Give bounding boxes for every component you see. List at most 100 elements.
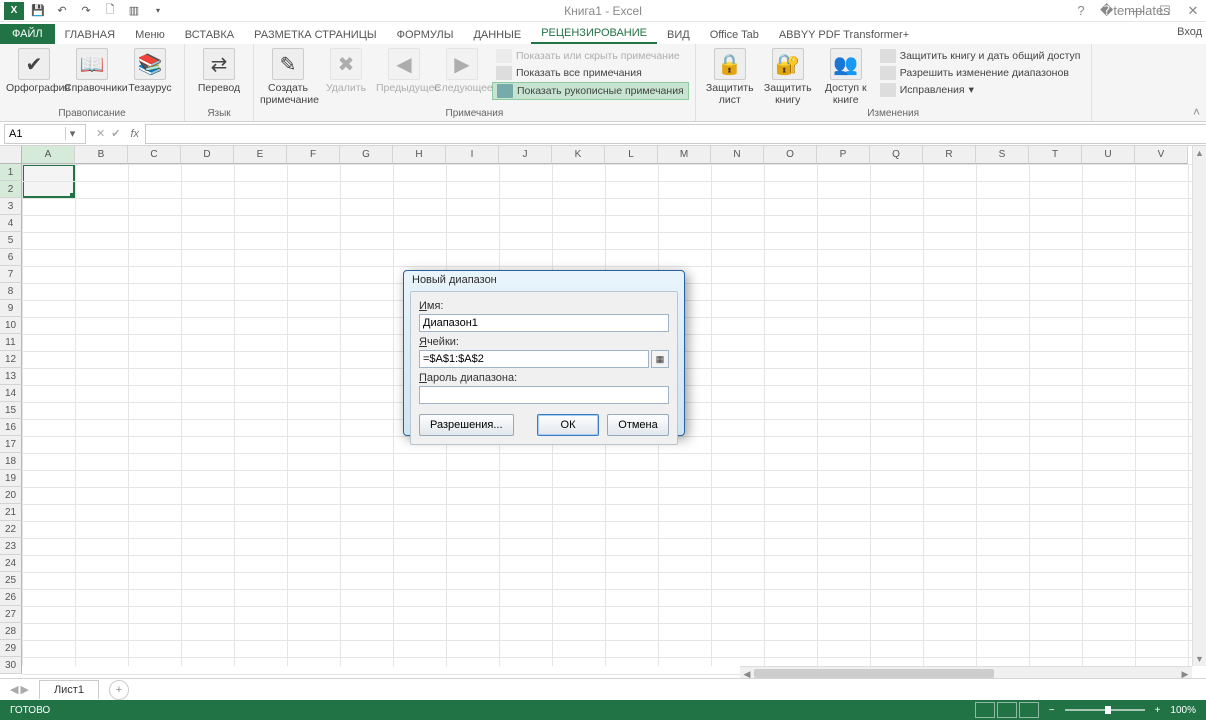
qat-dropdown-icon[interactable]: ▾ — [148, 2, 168, 20]
row-header-16[interactable]: 16 — [0, 419, 22, 436]
tab-file[interactable]: ФАЙЛ — [0, 24, 55, 44]
row-header-11[interactable]: 11 — [0, 334, 22, 351]
allow-edit-ranges-button[interactable]: Разрешить изменение диапазонов — [876, 65, 1085, 81]
col-header-Q[interactable]: Q — [870, 146, 923, 164]
row-header-29[interactable]: 29 — [0, 640, 22, 657]
row-header-28[interactable]: 28 — [0, 623, 22, 640]
row-header-15[interactable]: 15 — [0, 402, 22, 419]
col-header-G[interactable]: G — [340, 146, 393, 164]
scroll-up-icon[interactable]: ▲ — [1193, 146, 1206, 160]
row-header-3[interactable]: 3 — [0, 198, 22, 215]
col-header-U[interactable]: U — [1082, 146, 1135, 164]
show-hide-comment-button[interactable]: Показать или скрыть примечание — [492, 48, 689, 64]
row-header-7[interactable]: 7 — [0, 266, 22, 283]
protect-workbook-button[interactable]: 🔐Защитить книгу — [760, 46, 816, 106]
cancel-formula-icon[interactable]: ✕ — [96, 127, 105, 140]
name-box[interactable]: ▾ — [4, 124, 86, 144]
spelling-button[interactable]: ✔Орфография — [6, 46, 62, 94]
name-box-dropdown-icon[interactable]: ▾ — [65, 127, 79, 140]
row-header-25[interactable]: 25 — [0, 572, 22, 589]
normal-view-button[interactable] — [975, 702, 995, 718]
col-header-B[interactable]: B — [75, 146, 128, 164]
col-header-F[interactable]: F — [287, 146, 340, 164]
row-header-22[interactable]: 22 — [0, 521, 22, 538]
row-header-13[interactable]: 13 — [0, 368, 22, 385]
maximize-icon[interactable]: ☐ — [1156, 3, 1174, 19]
tab-abbyy[interactable]: ABBYY PDF Transformer+ — [769, 26, 919, 44]
minimize-icon[interactable]: — — [1128, 3, 1146, 19]
open-icon[interactable]: ▥ — [124, 2, 144, 20]
row-header-23[interactable]: 23 — [0, 538, 22, 555]
zoom-level[interactable]: 100% — [1170, 705, 1196, 716]
research-button[interactable]: 📖Справочники — [64, 46, 120, 94]
sheet-tab[interactable]: Лист1 — [39, 680, 99, 699]
col-header-J[interactable]: J — [499, 146, 552, 164]
tab-data[interactable]: ДАННЫЕ — [463, 26, 531, 44]
name-box-input[interactable] — [5, 128, 65, 140]
row-header-17[interactable]: 17 — [0, 436, 22, 453]
row-header-10[interactable]: 10 — [0, 317, 22, 334]
collapse-ribbon-icon[interactable]: ˄ — [1193, 105, 1200, 119]
close-icon[interactable]: ✕ — [1184, 3, 1202, 19]
scroll-down-icon[interactable]: ▼ — [1193, 652, 1206, 666]
tab-menu[interactable]: Меню — [125, 26, 175, 44]
col-header-I[interactable]: I — [446, 146, 499, 164]
tab-insert[interactable]: ВСТАВКА — [175, 26, 244, 44]
sheet-nav-prev-icon[interactable]: ◀ — [10, 683, 18, 696]
row-header-19[interactable]: 19 — [0, 470, 22, 487]
col-header-A[interactable]: A — [22, 146, 75, 164]
tab-review[interactable]: РЕЦЕНЗИРОВАНИЕ — [531, 24, 657, 44]
col-header-M[interactable]: M — [658, 146, 711, 164]
protect-sheet-button[interactable]: 🔒Защитить лист — [702, 46, 758, 106]
row-header-27[interactable]: 27 — [0, 606, 22, 623]
col-header-T[interactable]: T — [1029, 146, 1082, 164]
vertical-scrollbar[interactable]: ▲ ▼ — [1192, 146, 1206, 666]
range-cells-input[interactable] — [419, 350, 649, 368]
zoom-out-button[interactable]: − — [1049, 705, 1055, 716]
row-header-24[interactable]: 24 — [0, 555, 22, 572]
zoom-in-button[interactable]: + — [1155, 705, 1161, 716]
tab-home[interactable]: ГЛАВНАЯ — [55, 26, 125, 44]
col-header-O[interactable]: O — [764, 146, 817, 164]
row-header-6[interactable]: 6 — [0, 249, 22, 266]
permissions-button[interactable]: Разрешения... — [419, 414, 514, 436]
page-break-view-button[interactable] — [1019, 702, 1039, 718]
row-header-5[interactable]: 5 — [0, 232, 22, 249]
track-changes-button[interactable]: Исправления ▾ — [876, 82, 1085, 98]
help-icon[interactable]: ? — [1072, 3, 1090, 19]
save-icon[interactable]: 💾 — [28, 2, 48, 20]
login-link[interactable]: Вход — [1177, 26, 1202, 38]
row-header-2[interactable]: 2 — [0, 181, 22, 198]
new-comment-button[interactable]: ✎Создать примечание — [260, 46, 316, 106]
add-sheet-button[interactable]: + — [109, 680, 129, 700]
col-header-K[interactable]: K — [552, 146, 605, 164]
thesaurus-button[interactable]: 📚Тезаурус — [122, 46, 178, 94]
row-header-30[interactable]: 30 — [0, 657, 22, 674]
protect-and-share-button[interactable]: Защитить книгу и дать общий доступ — [876, 48, 1085, 64]
row-header-18[interactable]: 18 — [0, 453, 22, 470]
show-all-comments-button[interactable]: Показать все примечания — [492, 65, 689, 81]
col-header-P[interactable]: P — [817, 146, 870, 164]
row-header-14[interactable]: 14 — [0, 385, 22, 402]
tab-formulas[interactable]: ФОРМУЛЫ — [387, 26, 464, 44]
enter-formula-icon[interactable]: ✔ — [111, 127, 120, 140]
cancel-button[interactable]: Отмена — [607, 414, 669, 436]
tab-view[interactable]: ВИД — [657, 26, 700, 44]
range-password-input[interactable] — [419, 386, 669, 404]
fx-icon[interactable]: fx — [130, 128, 139, 140]
select-all-corner[interactable] — [0, 146, 22, 164]
range-selector-button[interactable]: ▦ — [651, 350, 669, 368]
col-header-D[interactable]: D — [181, 146, 234, 164]
row-header-8[interactable]: 8 — [0, 283, 22, 300]
row-header-26[interactable]: 26 — [0, 589, 22, 606]
col-header-L[interactable]: L — [605, 146, 658, 164]
col-header-S[interactable]: S — [976, 146, 1029, 164]
tab-office-tab[interactable]: Office Tab — [700, 26, 769, 44]
col-header-H[interactable]: H — [393, 146, 446, 164]
ribbon-options-icon[interactable]: �templates — [1100, 3, 1118, 19]
row-header-4[interactable]: 4 — [0, 215, 22, 232]
redo-icon[interactable]: ↷ — [76, 2, 96, 20]
row-header-21[interactable]: 21 — [0, 504, 22, 521]
formula-input[interactable] — [145, 124, 1206, 144]
tab-page-layout[interactable]: РАЗМЕТКА СТРАНИЦЫ — [244, 26, 386, 44]
